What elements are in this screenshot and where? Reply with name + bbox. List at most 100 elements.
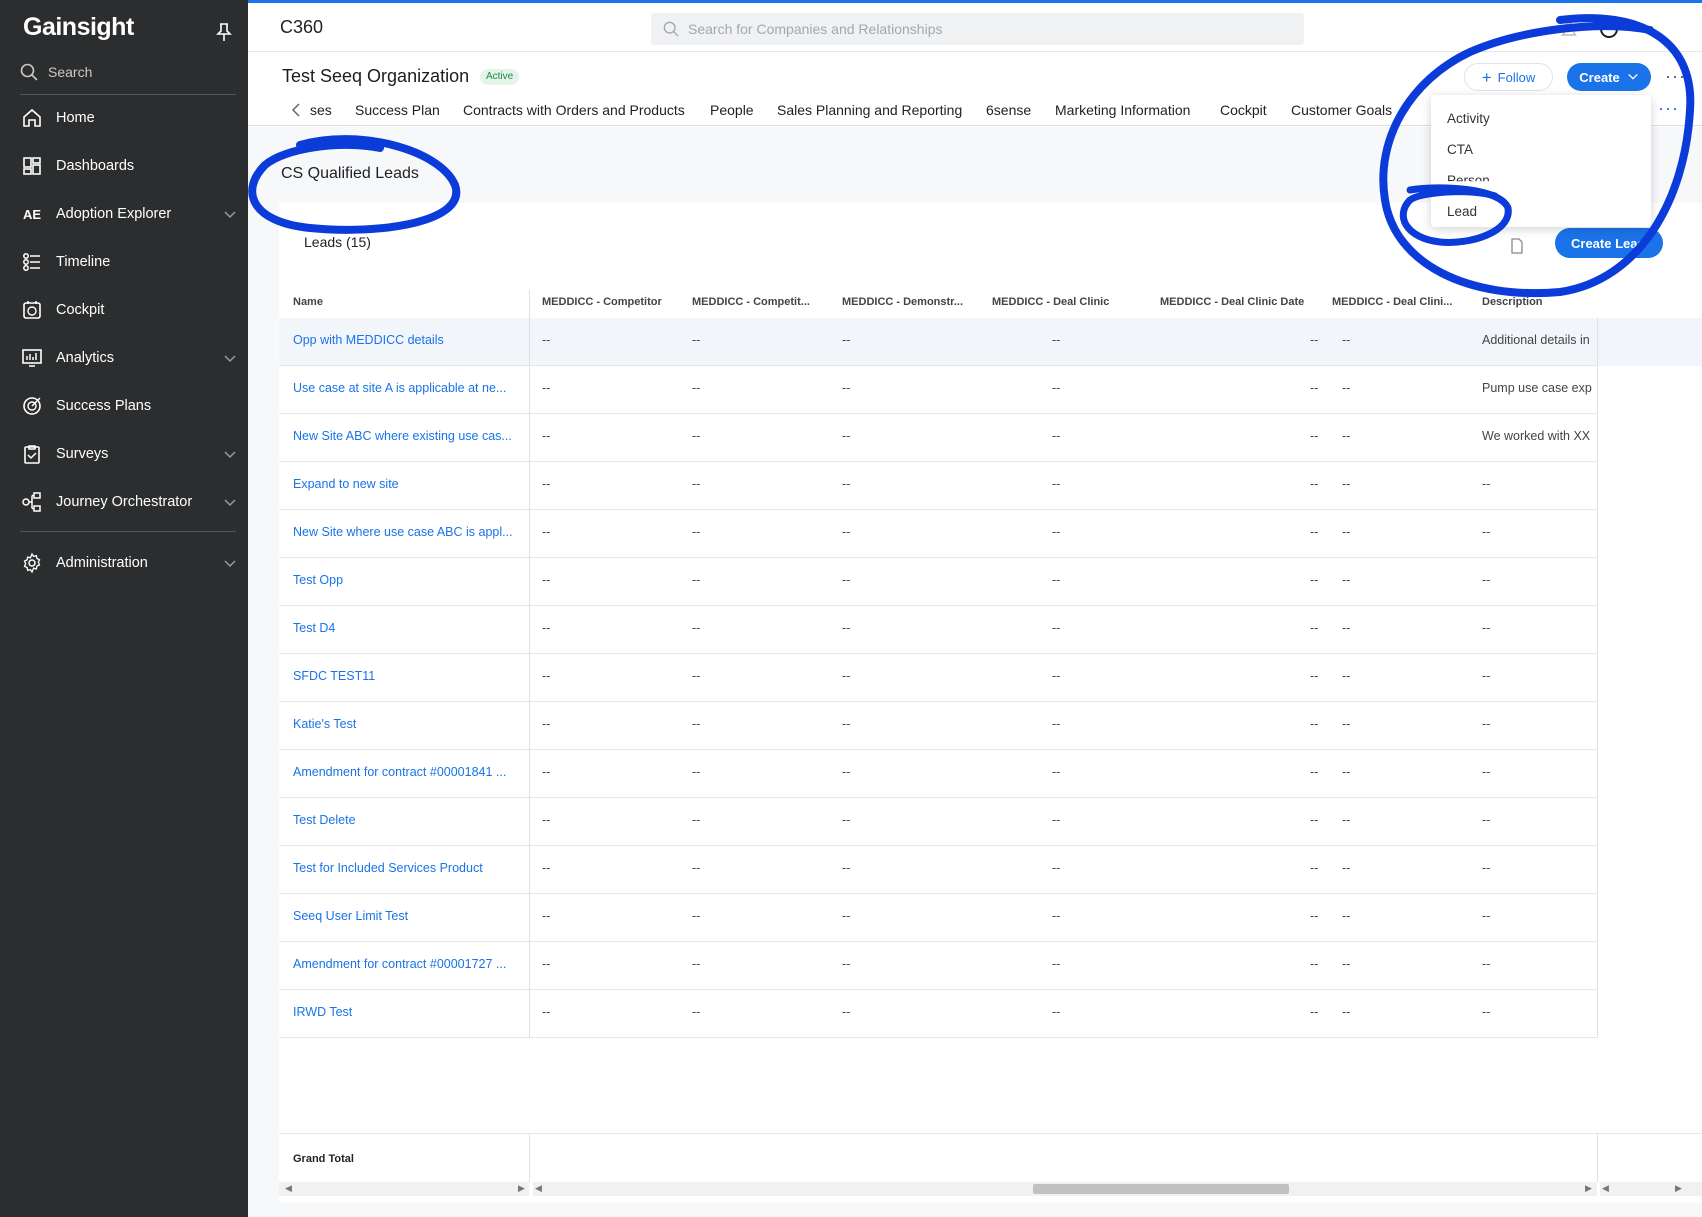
table-row[interactable]: New Site ABC where existing use cas... --… xyxy=(279,414,1597,462)
table-cell: -- xyxy=(542,669,551,683)
tabs-more-icon[interactable]: ··· xyxy=(1658,98,1679,119)
lead-name-link[interactable]: IRWD Test xyxy=(293,1005,525,1019)
more-options-icon[interactable]: ··· xyxy=(1665,66,1686,87)
column-header-name[interactable]: Name xyxy=(293,296,513,308)
table-row[interactable]: Opp with MEDDICC details -- -- -- -- -- -- Addi… xyxy=(279,318,1597,366)
pin-icon[interactable] xyxy=(215,22,233,42)
scroll-left-arrow-icon[interactable]: ◀ xyxy=(535,1183,542,1194)
gainsight-logo[interactable]: Gainsight xyxy=(23,13,134,42)
home-icon xyxy=(23,108,41,127)
table-row[interactable]: Seeq User Limit Test -- -- -- -- -- -- -- xyxy=(279,894,1597,942)
menu-item-lead[interactable]: Lead xyxy=(1447,204,1477,219)
lead-name-link[interactable]: Test for Included Services Product xyxy=(293,861,525,875)
table-row[interactable]: Amendment for contract #00001727 ... -- --… xyxy=(279,942,1597,990)
menu-item-activity[interactable]: Activity xyxy=(1447,111,1490,126)
table-cell: -- xyxy=(692,861,701,875)
column-header[interactable]: MEDDICC - Demonstr... xyxy=(842,296,972,308)
sidebar-item-analytics[interactable]: Analytics xyxy=(0,336,248,380)
scroll-left-arrow-icon[interactable]: ◀ xyxy=(1602,1183,1609,1194)
lead-name-link[interactable]: Test Opp xyxy=(293,573,525,587)
column-header-description[interactable]: Description xyxy=(1482,296,1592,308)
column-header[interactable]: MEDDICC - Competitor xyxy=(542,296,672,308)
sidebar-search[interactable]: Search xyxy=(20,58,236,86)
table-row[interactable]: Test Opp -- -- -- -- -- -- -- xyxy=(279,558,1597,606)
sidebar-item-administration[interactable]: Administration xyxy=(0,541,248,585)
survey-icon xyxy=(24,445,40,464)
sidebar-divider xyxy=(20,94,236,95)
sidebar-item-home[interactable]: Home xyxy=(0,96,248,140)
sidebar-item-adoption-explorer[interactable]: AE Adoption Explorer xyxy=(0,192,248,236)
chevron-left-icon[interactable] xyxy=(290,102,302,118)
lead-name-link[interactable]: Expand to new site xyxy=(293,477,525,491)
sidebar-item-cockpit[interactable]: Cockpit xyxy=(0,288,248,332)
table-row[interactable]: Expand to new site -- -- -- -- -- -- -- xyxy=(279,462,1597,510)
create-dropdown-menu: Activity CTA Person Lead xyxy=(1431,95,1651,227)
column-header[interactable]: MEDDICC - Deal Clinic xyxy=(992,296,1152,308)
tab-ses[interactable]: ses xyxy=(310,102,332,118)
lead-name-link[interactable]: SFDC TEST11 xyxy=(293,669,525,683)
table-row[interactable]: Test Delete -- -- -- -- -- -- -- xyxy=(279,798,1597,846)
table-row[interactable]: Use case at site A is applicable at ne..… xyxy=(279,366,1597,414)
bell-icon[interactable] xyxy=(1559,19,1579,39)
sidebar-item-success-plans[interactable]: Success Plans xyxy=(0,384,248,428)
tab-customer-goals[interactable]: Customer Goals xyxy=(1291,102,1392,118)
global-search-input[interactable]: Search for Companies and Relationships xyxy=(651,13,1304,45)
sidebar-item-dashboards[interactable]: Dashboards xyxy=(0,144,248,188)
create-lead-button[interactable]: Create Lead xyxy=(1555,228,1663,258)
table-row[interactable]: New Site where use case ABC is appl... --… xyxy=(279,510,1597,558)
column-header[interactable]: MEDDICC - Competit... xyxy=(692,296,822,308)
scroll-left-arrow-icon[interactable]: ◀ xyxy=(285,1183,292,1194)
table-cell: -- xyxy=(842,477,851,491)
lead-name-link[interactable]: Opp with MEDDICC details xyxy=(293,333,525,347)
table-cell: -- xyxy=(692,717,701,731)
document-icon[interactable] xyxy=(1509,237,1525,255)
create-button[interactable]: Create xyxy=(1567,63,1651,91)
lead-name-link[interactable]: New Site where use case ABC is appl... xyxy=(293,525,525,539)
tab-sales-planning[interactable]: Sales Planning and Reporting xyxy=(777,102,962,118)
table-cell: -- xyxy=(1052,573,1061,587)
lead-name-link[interactable]: Test Delete xyxy=(293,813,525,827)
sidebar-item-surveys[interactable]: Surveys xyxy=(0,432,248,476)
lead-name-link[interactable]: Amendment for contract #00001727 ... xyxy=(293,957,525,971)
tab-people[interactable]: People xyxy=(710,102,754,118)
menu-item-person[interactable]: Person xyxy=(1447,173,1490,181)
column-header[interactable]: MEDDICC - Deal Clini... xyxy=(1332,296,1460,308)
tab-6sense[interactable]: 6sense xyxy=(986,102,1031,118)
avatar-icon[interactable] xyxy=(1599,19,1619,39)
chevron-down-icon xyxy=(224,560,236,568)
lead-name-link[interactable]: New Site ABC where existing use cas... xyxy=(293,429,525,443)
table-cell: -- xyxy=(692,765,701,779)
sidebar-item-timeline[interactable]: Timeline xyxy=(0,240,248,284)
tab-success-plan[interactable]: Success Plan xyxy=(355,102,440,118)
column-header[interactable]: MEDDICC - Deal Clinic Date xyxy=(1160,296,1325,308)
menu-item-cta[interactable]: CTA xyxy=(1447,142,1473,157)
scroll-right-arrow-icon[interactable]: ▶ xyxy=(1675,1183,1682,1194)
lead-name-link[interactable]: Seeq User Limit Test xyxy=(293,909,525,923)
table-row[interactable]: Test for Included Services Product -- -- --… xyxy=(279,846,1597,894)
scroll-right-arrow-icon[interactable]: ▶ xyxy=(1585,1183,1592,1194)
table-cell: -- xyxy=(1342,1005,1351,1019)
horizontal-scrollbar[interactable] xyxy=(279,1182,529,1196)
horizontal-scrollbar[interactable] xyxy=(1600,1182,1702,1196)
table-cell: -- xyxy=(542,429,551,443)
lead-name-link[interactable]: Test D4 xyxy=(293,621,525,635)
table-cell: -- xyxy=(842,525,851,539)
sidebar-item-journey-orchestrator[interactable]: Journey Orchestrator xyxy=(0,480,248,524)
table-row[interactable]: SFDC TEST11 -- -- -- -- -- -- -- xyxy=(279,654,1597,702)
table-row[interactable]: Test D4 -- -- -- -- -- -- -- xyxy=(279,606,1597,654)
table-row[interactable]: Katie's Test -- -- -- -- -- -- -- xyxy=(279,702,1597,750)
scroll-right-arrow-icon[interactable]: ▶ xyxy=(518,1183,525,1194)
lead-name-link[interactable]: Use case at site A is applicable at ne..… xyxy=(293,381,525,395)
tab-cockpit[interactable]: Cockpit xyxy=(1220,102,1267,118)
table-cell: -- xyxy=(1310,717,1319,731)
follow-button[interactable]: + Follow xyxy=(1464,63,1553,91)
lead-name-link[interactable]: Katie's Test xyxy=(293,717,525,731)
table-row[interactable]: IRWD Test -- -- -- -- -- -- -- xyxy=(279,990,1597,1038)
scrollbar-thumb[interactable] xyxy=(1033,1184,1289,1194)
table-row[interactable]: Amendment for contract #00001841 ... -- --… xyxy=(279,750,1597,798)
lead-name-link[interactable]: Amendment for contract #00001841 ... xyxy=(293,765,525,779)
table-cell: -- xyxy=(1052,477,1061,491)
sidebar-item-label: Dashboards xyxy=(56,158,135,174)
tab-contracts[interactable]: Contracts with Orders and Products xyxy=(463,102,685,118)
tab-marketing-information[interactable]: Marketing Information xyxy=(1055,102,1190,118)
